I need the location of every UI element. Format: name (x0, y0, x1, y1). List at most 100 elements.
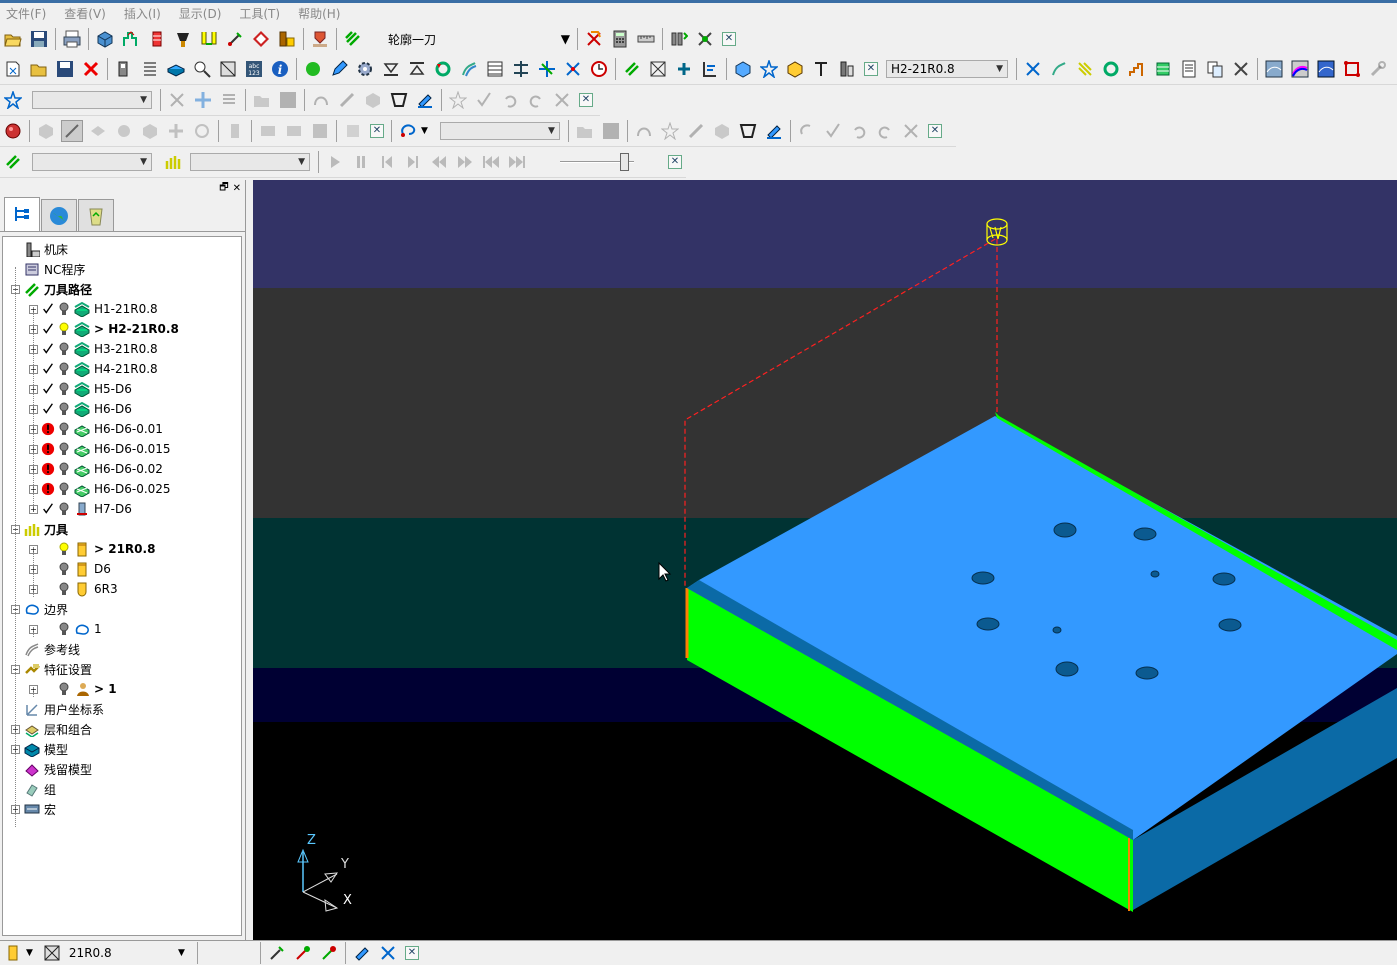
go-end-icon[interactable] (506, 151, 528, 173)
undo-icon[interactable] (499, 89, 521, 111)
chevron-down-icon[interactable]: ▼ (298, 157, 305, 167)
error-icon[interactable] (41, 440, 55, 458)
boundary-edit-icon[interactable] (192, 89, 214, 111)
boundary-pen-icon[interactable] (414, 89, 436, 111)
simulation-tool-icon[interactable] (162, 151, 184, 173)
machine-tool-icon[interactable] (276, 28, 298, 50)
workplane-icon[interactable] (536, 58, 558, 80)
pattern-star-icon[interactable] (659, 120, 681, 142)
tree-item[interactable]: + H5-D6 (29, 379, 132, 399)
tab-explorer[interactable] (4, 197, 40, 231)
pattern-box-icon[interactable] (711, 120, 733, 142)
calculator-icon[interactable] (609, 28, 631, 50)
bulb-off-icon[interactable] (58, 340, 70, 358)
tools-icon[interactable] (1230, 58, 1252, 80)
slider-handle[interactable] (620, 153, 629, 171)
feature-3-icon[interactable] (113, 120, 135, 142)
rainbow-shade-icon[interactable] (1289, 58, 1311, 80)
redo-icon[interactable] (525, 89, 547, 111)
reorder-icon[interactable] (699, 58, 721, 80)
tree-folder[interactable]: − 刀具路径 (11, 279, 92, 299)
tree-item[interactable]: + H4-21R0.8 (29, 359, 158, 379)
boundary-tools-icon[interactable] (166, 89, 188, 111)
scene-canvas[interactable]: Z Y X (253, 180, 1397, 940)
chevron-down-icon[interactable]: ▼ (140, 157, 147, 167)
ruler-icon[interactable] (635, 28, 657, 50)
tree-item[interactable]: + D6 (29, 559, 111, 579)
close-toolbar-button[interactable]: ✕ (722, 32, 736, 46)
close-toolbar-button[interactable]: ✕ (404, 946, 419, 960)
tree-item[interactable]: + H1-21R0.8 (29, 299, 158, 319)
raster-icon[interactable] (1074, 58, 1096, 80)
limit-below-icon[interactable] (380, 58, 402, 80)
wireframe-icon[interactable] (647, 58, 669, 80)
abc-123-icon[interactable]: abc 123 (243, 58, 265, 80)
new-project-icon[interactable] (2, 58, 24, 80)
tree-item[interactable]: +6R3 (29, 579, 118, 599)
boundary-save-icon[interactable] (277, 89, 299, 111)
bulb-off-icon[interactable] (58, 480, 70, 498)
save-project-icon[interactable] (28, 28, 50, 50)
end-point-icon[interactable] (172, 28, 194, 50)
chevron-down-icon[interactable]: ▼ (26, 948, 33, 958)
feeds-speeds-icon[interactable] (198, 28, 220, 50)
close-toolbar-button[interactable]: ✕ (370, 124, 384, 138)
edit-toolpath-icon[interactable] (673, 58, 695, 80)
list-icon[interactable] (139, 58, 161, 80)
check-icon[interactable] (41, 500, 55, 518)
boundary-offset-icon[interactable] (218, 89, 240, 111)
feature-select-icon[interactable] (61, 120, 83, 142)
simulation-speed-slider[interactable] (560, 152, 634, 172)
boundary-curve-icon[interactable] (310, 89, 332, 111)
bulb-on-icon[interactable] (58, 540, 70, 558)
tree-folder[interactable]: 机床 (11, 239, 68, 259)
start-point-icon[interactable] (146, 28, 168, 50)
close-toolbar-button[interactable]: ✕ (668, 155, 682, 169)
menu-item-1[interactable]: 查看(V) (62, 4, 108, 23)
model-box-icon[interactable] (732, 58, 754, 80)
tree-folder[interactable]: 用户坐标系 (11, 699, 104, 719)
feature-11-icon[interactable] (342, 120, 364, 142)
tool-pen-icon[interactable] (351, 942, 373, 964)
feature-4-icon[interactable] (139, 120, 161, 142)
leads-links-icon[interactable] (224, 28, 246, 50)
error-icon[interactable] (41, 420, 55, 438)
toolpaths-icon[interactable] (621, 58, 643, 80)
stairs-icon[interactable] (1126, 58, 1148, 80)
bulb-on-icon[interactable] (58, 320, 70, 338)
wrench-icon[interactable] (1367, 58, 1389, 80)
bulb-off-icon[interactable] (58, 440, 70, 458)
open-icon[interactable] (28, 58, 50, 80)
check-icon[interactable] (41, 380, 55, 398)
tree-item[interactable]: + > 21R0.8 (29, 539, 155, 559)
go-start-icon[interactable] (480, 151, 502, 173)
menu-item-5[interactable]: 帮助(H) (296, 4, 342, 23)
layer-icon[interactable] (113, 58, 135, 80)
redo-icon[interactable] (874, 120, 896, 142)
tool-axis-icon[interactable] (250, 28, 272, 50)
check-icon[interactable] (41, 360, 55, 378)
bulb-off-icon[interactable] (58, 680, 70, 698)
record-icon[interactable] (2, 120, 24, 142)
bulb-off-icon[interactable] (58, 400, 70, 418)
toolpath-strategies-icon[interactable] (342, 28, 364, 50)
pencil-icon[interactable] (328, 58, 350, 80)
tree-item[interactable]: + H3-21R0.8 (29, 339, 158, 359)
pattern-edit-icon[interactable] (796, 120, 818, 142)
chevron-down-icon[interactable]: ▼ (178, 948, 185, 958)
error-icon[interactable] (41, 480, 55, 498)
open-project-icon[interactable] (2, 28, 24, 50)
tree-folder[interactable]: 残留模型 (11, 759, 92, 779)
tool-check-icon[interactable] (292, 942, 314, 964)
simulation-toolpath-combo[interactable]: ▼ (32, 153, 152, 171)
tree-item[interactable]: + > 1 (29, 679, 117, 699)
tree-folder[interactable]: + 层和组合 (11, 719, 92, 739)
limit-above-icon[interactable] (406, 58, 428, 80)
tool-cylinder-icon[interactable] (2, 942, 24, 964)
close-toolbar-button[interactable]: ✕ (579, 93, 593, 107)
calculate-toolpath-icon[interactable] (583, 28, 605, 50)
layers-icon[interactable] (1152, 58, 1174, 80)
step-back-icon[interactable] (376, 151, 398, 173)
boundary-check-icon[interactable] (473, 89, 495, 111)
active-toolpath-combo[interactable]: H2-21R0.8 ▼ (886, 60, 1008, 78)
